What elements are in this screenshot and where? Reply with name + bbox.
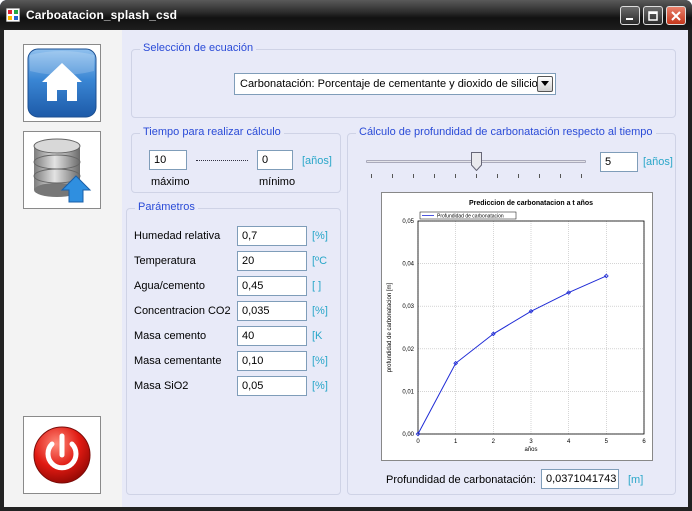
param-label: Masa cemento <box>134 330 207 342</box>
maximize-icon <box>648 10 658 21</box>
time-max-input[interactable]: 10 <box>149 150 187 170</box>
equation-select-value: Carbonatación: Porcentaje de cementante … <box>240 78 538 90</box>
window-border-right <box>688 30 692 511</box>
param-input[interactable]: 0,45 <box>237 276 307 296</box>
y-tick-label: 0,00 <box>402 432 414 438</box>
time-max-label: máximo <box>151 176 190 188</box>
param-unit: [ºC <box>312 255 328 267</box>
database-upload-icon <box>33 138 92 203</box>
y-tick-label: 0,04 <box>402 262 414 268</box>
title-bar[interactable]: Carboatacion_splash_csd <box>0 0 692 30</box>
equation-select-dropdown-button[interactable] <box>537 76 553 92</box>
minimize-icon <box>626 17 633 20</box>
time-group-legend: Tiempo para realizar cálculo <box>140 126 284 138</box>
power-icon <box>33 426 91 484</box>
param-label: Humedad relativa <box>134 230 221 242</box>
param-unit: [ ] <box>312 280 322 292</box>
minimize-button[interactable] <box>620 6 640 25</box>
close-button[interactable] <box>666 6 686 25</box>
param-input[interactable]: 0,10 <box>237 351 307 371</box>
equation-group-legend: Selección de ecuación <box>140 42 257 54</box>
time-slider-thumb[interactable] <box>471 152 482 171</box>
app-window: Carboatacion_splash_csd Selección de ecu… <box>0 0 692 511</box>
slider-tick <box>518 174 519 178</box>
param-input[interactable]: 20 <box>237 251 307 271</box>
chart-panel: Prediccion de carbonatacion a t años 0 1 2 3… <box>381 192 653 461</box>
y-tick-label: 0,02 <box>402 347 414 353</box>
y-tick-label: 0,03 <box>402 304 414 310</box>
slider-tick <box>497 174 498 178</box>
result-unit: [m] <box>628 474 644 486</box>
param-input[interactable]: 0,7 <box>237 226 307 246</box>
slider-tick <box>581 174 582 178</box>
close-icon <box>671 10 681 21</box>
time-value-unit: [años] <box>643 156 673 168</box>
app-icon <box>6 8 20 22</box>
legend-label: Profundidad de carbonatacion <box>437 214 504 220</box>
param-unit: [%] <box>312 355 328 367</box>
slider-tick <box>476 174 477 178</box>
home-button[interactable] <box>23 44 101 122</box>
param-input[interactable]: 0,05 <box>237 376 307 396</box>
time-value-input[interactable]: 5 <box>600 152 638 172</box>
time-min-label: mínimo <box>259 176 296 188</box>
slider-tick <box>539 174 540 178</box>
home-icon <box>27 48 97 118</box>
carbonation-chart: Prediccion de carbonatacion a t años 0 1 2 3… <box>387 200 646 453</box>
result-label: Profundidad de carbonatación: <box>386 474 536 486</box>
param-unit: [%] <box>312 380 328 392</box>
slider-tick <box>560 174 561 178</box>
x-tick-label: 1 <box>454 439 458 445</box>
window-border-bottom <box>0 507 692 511</box>
slider-tick <box>392 174 393 178</box>
param-label: Agua/cemento <box>134 280 205 292</box>
slider-tick <box>455 174 456 178</box>
power-button[interactable] <box>23 416 101 494</box>
chart-title: Prediccion de carbonatacion a t años <box>469 200 593 207</box>
x-tick-label: 6 <box>642 439 646 445</box>
calculation-group-legend: Cálculo de profundidad de carbonatación … <box>356 126 656 138</box>
series-line <box>417 275 607 435</box>
param-unit: [K <box>312 330 323 342</box>
param-unit: [%] <box>312 305 328 317</box>
param-label: Temperatura <box>134 255 196 267</box>
param-label: Concentracion CO2 <box>134 305 231 317</box>
x-tick-label: 3 <box>529 439 533 445</box>
chevron-down-icon <box>541 81 549 86</box>
slider-tick <box>413 174 414 178</box>
sidebar <box>4 30 122 507</box>
parameters-group-legend: Parámetros <box>135 201 198 213</box>
param-label: Masa cementante <box>134 355 222 367</box>
window-title: Carboatacion_splash_csd <box>26 8 178 22</box>
x-axis-label: años <box>524 447 537 453</box>
maximize-button[interactable] <box>643 6 663 25</box>
x-tick-label: 0 <box>416 439 420 445</box>
x-tick-label: 4 <box>567 439 571 445</box>
time-range-connector <box>196 160 248 161</box>
x-tick-label: 5 <box>605 439 609 445</box>
slider-tick <box>371 174 372 178</box>
equation-select[interactable]: Carbonatación: Porcentaje de cementante … <box>234 73 556 95</box>
time-min-input[interactable]: 0 <box>257 150 293 170</box>
x-tick-label: 2 <box>492 439 496 445</box>
y-tick-label: 0,05 <box>402 219 414 225</box>
slider-tick <box>434 174 435 178</box>
result-value-field[interactable]: 0,0371041743 <box>541 469 619 489</box>
param-input[interactable]: 40 <box>237 326 307 346</box>
y-tick-label: 0,01 <box>402 389 414 395</box>
parameters-group: Parámetros <box>126 201 341 495</box>
database-upload-button[interactable] <box>23 131 101 209</box>
y-axis-label: profundidad de carbonatacion [m] <box>387 282 393 372</box>
param-label: Masa SiO2 <box>134 380 189 392</box>
param-unit: [%] <box>312 230 328 242</box>
time-unit: [años] <box>302 155 332 167</box>
param-input[interactable]: 0,035 <box>237 301 307 321</box>
